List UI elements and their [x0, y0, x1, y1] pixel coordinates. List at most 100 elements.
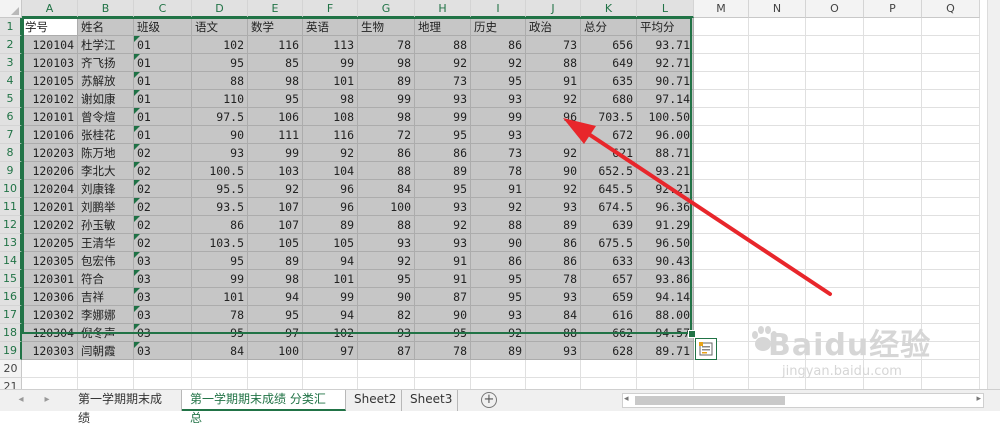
table-cell[interactable]: 01: [134, 108, 192, 126]
table-cell[interactable]: 96: [303, 180, 358, 198]
row-header-16[interactable]: 16: [0, 288, 22, 306]
row-header-4[interactable]: 4: [0, 72, 22, 90]
table-cell[interactable]: 92: [526, 144, 581, 162]
table-cell[interactable]: 93: [471, 306, 526, 324]
table-cell[interactable]: 陈万地: [78, 144, 134, 162]
table-cell[interactable]: 95: [358, 270, 415, 288]
table-cell[interactable]: 89: [303, 216, 358, 234]
table-cell[interactable]: 89: [248, 252, 303, 270]
scroll-left-icon[interactable]: ◂: [624, 394, 629, 404]
tab-scroll-right-icon[interactable]: ▸: [40, 393, 54, 407]
table-cell[interactable]: 90: [192, 126, 248, 144]
table-cell[interactable]: 02: [134, 216, 192, 234]
column-header-g[interactable]: G: [358, 0, 415, 18]
column-header-n[interactable]: N: [749, 0, 806, 18]
table-cell[interactable]: [922, 144, 980, 162]
table-cell[interactable]: 93.71: [637, 36, 694, 54]
table-cell[interactable]: 93: [471, 126, 526, 144]
table-cell[interactable]: 113: [303, 36, 358, 54]
table-cell[interactable]: 88: [415, 36, 471, 54]
table-cell[interactable]: 86: [192, 216, 248, 234]
header-cell[interactable]: [864, 18, 922, 36]
table-cell[interactable]: 662: [581, 324, 637, 342]
table-cell[interactable]: [694, 72, 749, 90]
table-cell[interactable]: 91: [471, 180, 526, 198]
table-cell[interactable]: [922, 180, 980, 198]
table-cell[interactable]: [749, 180, 806, 198]
table-cell[interactable]: [864, 162, 922, 180]
table-cell[interactable]: [806, 252, 864, 270]
horizontal-scrollbar[interactable]: ◂ ▸: [622, 393, 984, 408]
table-cell[interactable]: 97.14: [637, 90, 694, 108]
row-header-19[interactable]: 19: [0, 342, 22, 360]
table-cell[interactable]: 吉祥: [78, 288, 134, 306]
row-header-21[interactable]: 21: [0, 378, 22, 389]
table-cell[interactable]: 101: [192, 288, 248, 306]
table-cell[interactable]: [806, 234, 864, 252]
table-cell[interactable]: 621: [581, 144, 637, 162]
table-cell[interactable]: 86: [526, 252, 581, 270]
table-cell[interactable]: [864, 198, 922, 216]
table-cell[interactable]: 99: [192, 270, 248, 288]
table-cell[interactable]: 95: [415, 180, 471, 198]
header-cell[interactable]: 班级: [134, 18, 192, 36]
select-all-button[interactable]: [0, 0, 22, 18]
table-cell[interactable]: [749, 288, 806, 306]
table-cell[interactable]: [749, 252, 806, 270]
header-cell[interactable]: 数学: [248, 18, 303, 36]
table-cell[interactable]: 84: [526, 306, 581, 324]
table-cell[interactable]: 02: [134, 180, 192, 198]
table-cell[interactable]: 刘康锋: [78, 180, 134, 198]
table-cell[interactable]: [358, 360, 415, 378]
table-cell[interactable]: 82: [358, 306, 415, 324]
table-cell[interactable]: 倪冬声: [78, 324, 134, 342]
table-cell[interactable]: 100: [248, 342, 303, 360]
column-header-b[interactable]: B: [78, 0, 134, 18]
table-cell[interactable]: 116: [248, 36, 303, 54]
table-cell[interactable]: 98: [303, 90, 358, 108]
table-cell[interactable]: [864, 234, 922, 252]
table-cell[interactable]: [806, 72, 864, 90]
sheet-tab[interactable]: 第一学期期末成绩 分类汇总: [182, 390, 346, 425]
row-header-12[interactable]: 12: [0, 216, 22, 234]
tab-scroll-left-icon[interactable]: ◂: [14, 393, 28, 407]
table-cell[interactable]: 99: [358, 90, 415, 108]
table-cell[interactable]: 116: [303, 126, 358, 144]
table-cell[interactable]: 03: [134, 342, 192, 360]
table-cell[interactable]: [806, 270, 864, 288]
add-sheet-button[interactable]: +: [481, 392, 497, 408]
scroll-right-icon[interactable]: ▸: [976, 394, 981, 404]
table-cell[interactable]: 97.5: [192, 108, 248, 126]
table-cell[interactable]: 73: [471, 144, 526, 162]
table-cell[interactable]: 01: [134, 54, 192, 72]
table-cell[interactable]: [749, 216, 806, 234]
table-cell[interactable]: [694, 216, 749, 234]
table-cell[interactable]: 98: [248, 72, 303, 90]
table-cell[interactable]: [922, 324, 980, 342]
table-cell[interactable]: 92.71: [637, 54, 694, 72]
table-cell[interactable]: 92: [471, 198, 526, 216]
table-cell[interactable]: [806, 306, 864, 324]
header-cell[interactable]: [749, 18, 806, 36]
table-cell[interactable]: 孙玉敏: [78, 216, 134, 234]
column-header-h[interactable]: H: [415, 0, 471, 18]
row-header-8[interactable]: 8: [0, 144, 22, 162]
column-header-f[interactable]: F: [303, 0, 358, 18]
table-cell[interactable]: [694, 162, 749, 180]
row-header-7[interactable]: 7: [0, 126, 22, 144]
table-cell[interactable]: [415, 378, 471, 389]
table-cell[interactable]: [864, 270, 922, 288]
table-cell[interactable]: 103.5: [192, 234, 248, 252]
column-header-d[interactable]: D: [192, 0, 248, 18]
table-cell[interactable]: 96.36: [637, 198, 694, 216]
header-cell[interactable]: 地理: [415, 18, 471, 36]
table-cell[interactable]: 89: [358, 72, 415, 90]
table-cell[interactable]: 92: [415, 54, 471, 72]
table-cell[interactable]: 01: [134, 36, 192, 54]
table-cell[interactable]: [864, 144, 922, 162]
table-cell[interactable]: 87: [415, 288, 471, 306]
table-cell[interactable]: [637, 360, 694, 378]
table-cell[interactable]: 616: [581, 306, 637, 324]
table-cell[interactable]: 03: [134, 306, 192, 324]
table-cell[interactable]: [749, 198, 806, 216]
